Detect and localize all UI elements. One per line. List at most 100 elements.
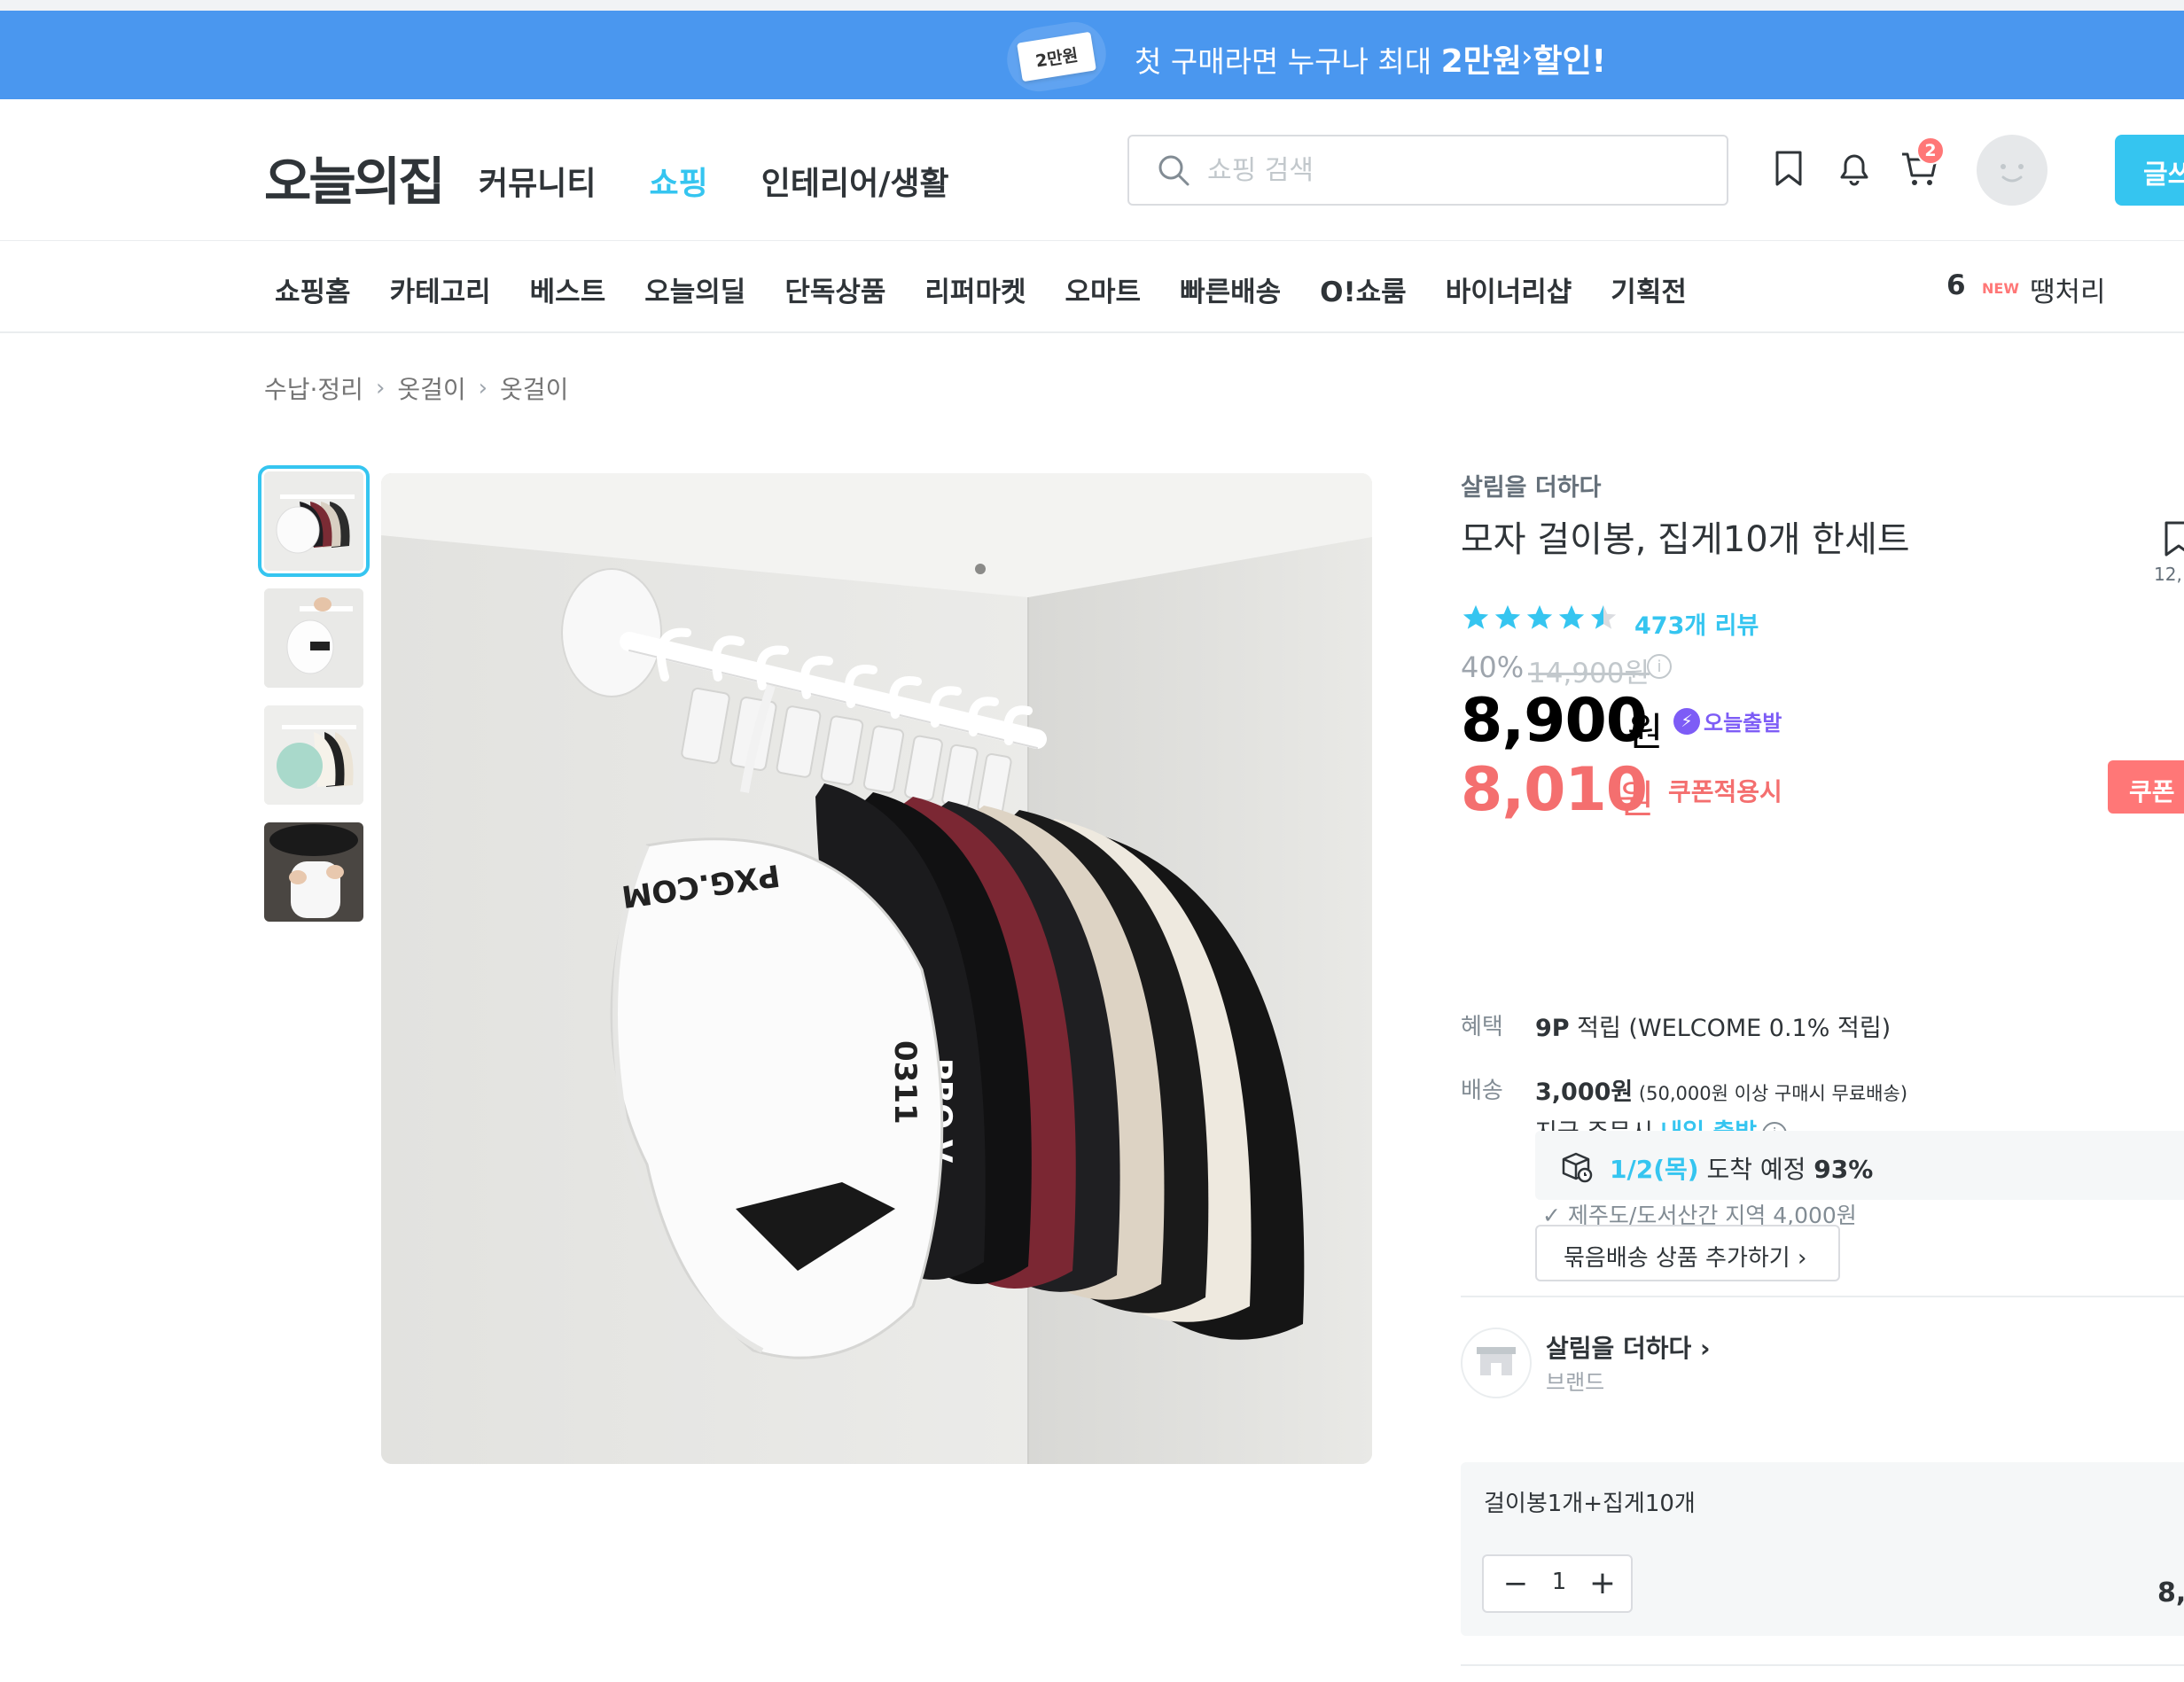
- option-name: 걸이봉1개+집게10개: [1484, 1491, 1696, 1517]
- review-count-link[interactable]: 473개 리뷰: [1634, 606, 1759, 641]
- section-divider: [1461, 1296, 2184, 1297]
- benefit-text: 적립 (WELCOME 0.1% 적립): [1569, 1015, 1892, 1042]
- thumbnail-image: [264, 705, 363, 805]
- sale-price: 8,900: [1461, 686, 1648, 756]
- bundle-add-label: 묶음배송 상품 추가하기: [1564, 1245, 1790, 1272]
- chevron-right-icon: ›: [1521, 39, 1533, 74]
- coupon-button[interactable]: 쿠폰 받기: [2108, 760, 2184, 814]
- global-header: 오늘의집 커뮤니티 쇼핑 인테리어/생활 2 글쓰기: [0, 99, 2184, 241]
- delivery-fee: 3,000원 (50,000원 이상 구매시 무료배송): [1535, 1072, 1907, 1107]
- browser-top-strip: [0, 0, 2184, 11]
- star-icon: [1462, 604, 1489, 629]
- catnav-item-todaydeal[interactable]: 오늘의딜: [644, 269, 745, 309]
- package-clock-icon: [1562, 1152, 1593, 1183]
- thumbnail-2[interactable]: [264, 588, 363, 688]
- catnav-item-exclusive[interactable]: 단독상품: [784, 269, 885, 309]
- catnav-item-refurb[interactable]: 리퍼마켓: [924, 269, 1026, 309]
- star-half-icon: [1590, 604, 1617, 629]
- nav-shopping[interactable]: 쇼핑: [649, 158, 707, 204]
- catnav-item-showroom[interactable]: O!쇼룸: [1320, 269, 1407, 309]
- chevron-right-icon: ›: [1790, 1245, 1807, 1272]
- search-icon: [1158, 155, 1190, 186]
- price-currency: 원: [1627, 710, 1664, 755]
- catnav-item-home[interactable]: 쇼핑홈: [275, 269, 351, 309]
- today-departure-badge: ⚡ 오늘출발: [1673, 705, 1782, 736]
- catnav-item-omart[interactable]: 오마트: [1065, 269, 1142, 309]
- option-price: 8,900원: [2157, 1577, 2184, 1608]
- thumbnail-image: [264, 588, 363, 688]
- catnav-item-fast-delivery[interactable]: 빠른배송: [1180, 269, 1281, 309]
- trending-keyword[interactable]: 땡처리: [2030, 269, 2106, 309]
- discount-rate: 40%: [1461, 650, 1525, 684]
- arrival-text: 1/2(목) 도착 예정 93%: [1610, 1150, 1873, 1186]
- breadcrumb: 수납·정리 › 옷걸이 › 옷걸이: [264, 370, 568, 406]
- coupon-price-currency: 원: [1618, 777, 1655, 822]
- breadcrumb-item[interactable]: 옷걸이: [397, 370, 465, 406]
- star-icon: [1526, 604, 1553, 629]
- promo-banner[interactable]: 2만원 첫 구매라면 누구나 최대 2만원 할인! ›: [0, 11, 2184, 99]
- write-button[interactable]: 글쓰기: [2115, 135, 2184, 206]
- quantity-value[interactable]: 1: [1539, 1569, 1580, 1595]
- brand-shop-name-text: 살림을 더하다: [1546, 1334, 1692, 1363]
- brand-link[interactable]: 살림을 더하다: [1461, 468, 1601, 502]
- catnav-item-binaryshop[interactable]: 바이너리샵: [1446, 269, 1572, 309]
- site-logo[interactable]: 오늘의집: [264, 140, 445, 214]
- star-icon: [1494, 604, 1521, 629]
- bundle-add-button[interactable]: 묶음배송 상품 추가하기 ›: [1535, 1225, 1840, 1281]
- star-icon: [1558, 604, 1585, 629]
- today-departure-label: 오늘출발: [1704, 711, 1782, 736]
- ticket-label: 2만원: [1034, 44, 1080, 72]
- arrival-rate: 93%: [1814, 1155, 1874, 1184]
- coupon-ticket-icon: 2만원: [1017, 31, 1096, 82]
- chevron-right-icon: ›: [375, 375, 386, 401]
- catnav-item-exhibition[interactable]: 기획전: [1611, 269, 1687, 309]
- thumbnail-4[interactable]: [264, 822, 363, 922]
- breadcrumb-item[interactable]: 수납·정리: [264, 370, 363, 406]
- cart-count-badge: 2: [1916, 136, 1945, 165]
- scrap-count: 12,: [2154, 564, 2182, 585]
- chevron-right-icon: ›: [478, 375, 488, 401]
- selected-option-box: 걸이봉1개+집게10개 − 1 + 8,900원: [1461, 1462, 2184, 1636]
- breadcrumb-item[interactable]: 옷걸이: [500, 370, 568, 406]
- svg-text:0311: 0311: [887, 1040, 923, 1125]
- brand-shop-name[interactable]: 살림을 더하다 ›: [1546, 1329, 1711, 1365]
- promo-text: 첫 구매라면 누구나 최대 2만원 할인!: [1135, 35, 1606, 82]
- quantity-stepper: − 1 +: [1482, 1554, 1633, 1613]
- thumbnail-image: [264, 822, 363, 922]
- arrival-estimate: 1/2(목) 도착 예정 93%: [1535, 1131, 2184, 1200]
- trending-new-tag: NEW: [1982, 280, 2019, 297]
- delivery-fee-amount: 3,000원: [1535, 1079, 1634, 1106]
- search-input[interactable]: [1207, 151, 1704, 190]
- bell-icon[interactable]: [1833, 147, 1876, 190]
- quantity-minus-button[interactable]: −: [1498, 1565, 1533, 1602]
- benefit-value: 9P 적립 (WELCOME 0.1% 적립): [1535, 1008, 1891, 1043]
- thumbnail-image: [264, 471, 363, 571]
- scrap-bookmark-icon[interactable]: [2161, 519, 2184, 558]
- avatar[interactable]: [1977, 135, 2048, 206]
- catnav-item-category[interactable]: 카테고리: [390, 269, 491, 309]
- user-face-icon: [2001, 164, 2024, 183]
- arrival-date: 1/2(목): [1610, 1155, 1699, 1184]
- catnav-item-best[interactable]: 베스트: [530, 269, 606, 309]
- info-icon[interactable]: i: [1647, 654, 1672, 679]
- original-price: 14,900원: [1528, 658, 1650, 689]
- brand-shop-sub: 브랜드: [1546, 1370, 1605, 1395]
- nav-community[interactable]: 커뮤니티: [479, 158, 596, 204]
- hat-hanger-photo: PRO V PXG.COM 0311: [381, 473, 1372, 1464]
- thumbnail-3[interactable]: [264, 705, 363, 805]
- main-nav: 커뮤니티 쇼핑 인테리어/생활: [479, 158, 949, 204]
- product-title: 모자 걸이봉, 집게10개 한세트: [1461, 519, 1910, 560]
- thumbnail-1[interactable]: [258, 465, 370, 577]
- delivery-fee-note: (50,000원 이상 구매시 무료배송): [1633, 1083, 1908, 1104]
- brand-shop-logo[interactable]: [1461, 1328, 1532, 1398]
- coupon-applied-label: 쿠폰적용시: [1668, 777, 1782, 806]
- category-nav: 쇼핑홈 카테고리 베스트 오늘의딜 단독상품 리퍼마켓 오마트 빠른배송 O!쇼…: [0, 241, 2184, 333]
- nav-interior[interactable]: 인테리어/생활: [761, 158, 949, 204]
- main-product-image[interactable]: PRO V PXG.COM 0311: [381, 473, 1372, 1464]
- lightning-icon: ⚡: [1673, 707, 1700, 735]
- search-box[interactable]: [1127, 135, 1728, 206]
- quantity-plus-button[interactable]: +: [1585, 1565, 1620, 1602]
- bookmark-icon[interactable]: [1767, 147, 1810, 190]
- rating-stars: [1461, 603, 1618, 633]
- trending-rank: 6: [1946, 269, 1966, 301]
